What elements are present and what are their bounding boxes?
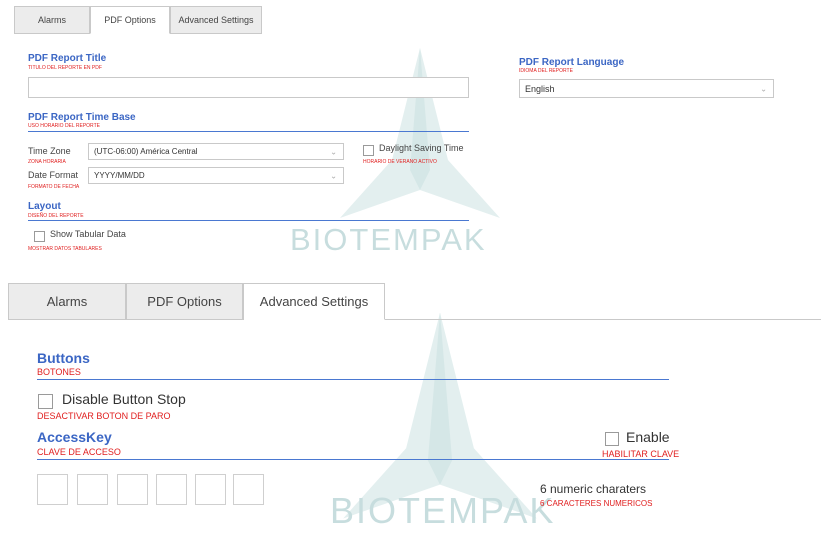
time-base-divider [28,131,469,132]
disable-stop-checkbox[interactable] [38,394,53,409]
chevron-down-icon: ⌄ [330,171,337,180]
tab-bar: Alarms PDF Options Advanced Settings [8,283,385,320]
chevron-down-icon: ⌄ [330,147,337,156]
enable-label-es: HABILITAR CLAVE [602,449,680,459]
date-format-label: Date Format [28,170,79,180]
time-base-heading: PDF Report Time Base [28,112,136,123]
time-zone-select[interactable]: (UTC-06:00) América Central ⌄ [88,143,344,160]
dst-label-es: HORARIO DE VERANO ACTIVO [363,159,437,165]
dst-checkbox[interactable] [363,145,374,156]
access-key-hint: 6 numeric charaters [540,482,647,496]
enable-label: Enable [626,429,670,445]
tab-alarms[interactable]: Alarms [14,6,90,34]
biotempak-logo-watermark [340,48,500,218]
report-title-input[interactable] [28,77,469,98]
time-zone-label: Time Zone [28,146,71,156]
tabular-label: Show Tabular Data [50,229,126,239]
tab-alarms[interactable]: Alarms [8,283,126,320]
tab-advanced-settings[interactable]: Advanced Settings [243,283,385,320]
access-key-heading: AccessKey [37,429,112,445]
time-zone-value: (UTC-06:00) América Central [94,147,198,156]
pdf-options-panel: BIOTEMPAK Alarms PDF Options Advanced Se… [0,0,821,283]
disable-stop-label-es: DESACTIVAR BOTON DE PARO [37,411,171,421]
tab-bar-underline [385,319,821,320]
date-format-select[interactable]: YYYY/MM/DD ⌄ [88,167,344,184]
buttons-heading: Buttons [37,350,90,366]
disable-stop-label: Disable Button Stop [62,391,186,407]
time-base-heading-es: USO HORARIO DEL REPORTE [28,123,100,129]
access-key-digit-2[interactable] [77,474,108,505]
tab-pdf-options[interactable]: PDF Options [90,6,170,34]
watermark-text: BIOTEMPAK [330,490,556,531]
tabular-checkbox[interactable] [34,231,45,242]
access-key-digit-4[interactable] [156,474,187,505]
report-language-select[interactable]: English ⌄ [519,79,774,98]
tab-bar-underline [8,319,244,320]
report-title-heading: PDF Report Title [28,53,107,64]
enable-checkbox[interactable] [605,432,619,446]
tab-pdf-options[interactable]: PDF Options [126,283,243,320]
layout-heading-es: DISEÑO DEL REPORTE [28,213,84,219]
layout-divider [28,220,469,221]
report-language-heading: PDF Report Language [519,57,625,68]
dst-label: Daylight Saving Time [379,143,464,153]
access-key-digit-6[interactable] [233,474,264,505]
date-format-label-es: FORMATO DE FECHA [28,184,80,190]
date-format-value: YYYY/MM/DD [94,171,145,180]
tabular-label-es: MOSTRAR DATOS TABULARES [28,246,102,252]
access-key-digit-1[interactable] [37,474,68,505]
access-key-heading-es: CLAVE DE ACCESO [37,447,121,457]
report-title-heading-es: TITULO DEL REPORTE EN PDF [28,65,102,71]
chevron-down-icon: ⌄ [760,84,767,93]
buttons-heading-es: BOTONES [37,367,81,377]
access-key-hint-es: 6 CARACTERES NUMERICOS [540,499,653,508]
buttons-divider [37,379,669,380]
access-key-divider [37,459,669,460]
layout-heading: Layout [28,201,61,212]
advanced-settings-panel: BIOTEMPAK Alarms PDF Options Advanced Se… [0,283,821,554]
report-language-value: English [525,83,555,94]
report-language-heading-es: IDIOMA DEL REPORTE [519,68,573,74]
access-key-digit-5[interactable] [195,474,226,505]
tab-bar: Alarms PDF Options Advanced Settings [14,6,262,34]
access-key-digit-3[interactable] [117,474,148,505]
time-zone-label-es: ZONA HORARIA [28,159,66,165]
tab-advanced-settings[interactable]: Advanced Settings [170,6,262,34]
watermark-text: BIOTEMPAK [290,222,487,257]
